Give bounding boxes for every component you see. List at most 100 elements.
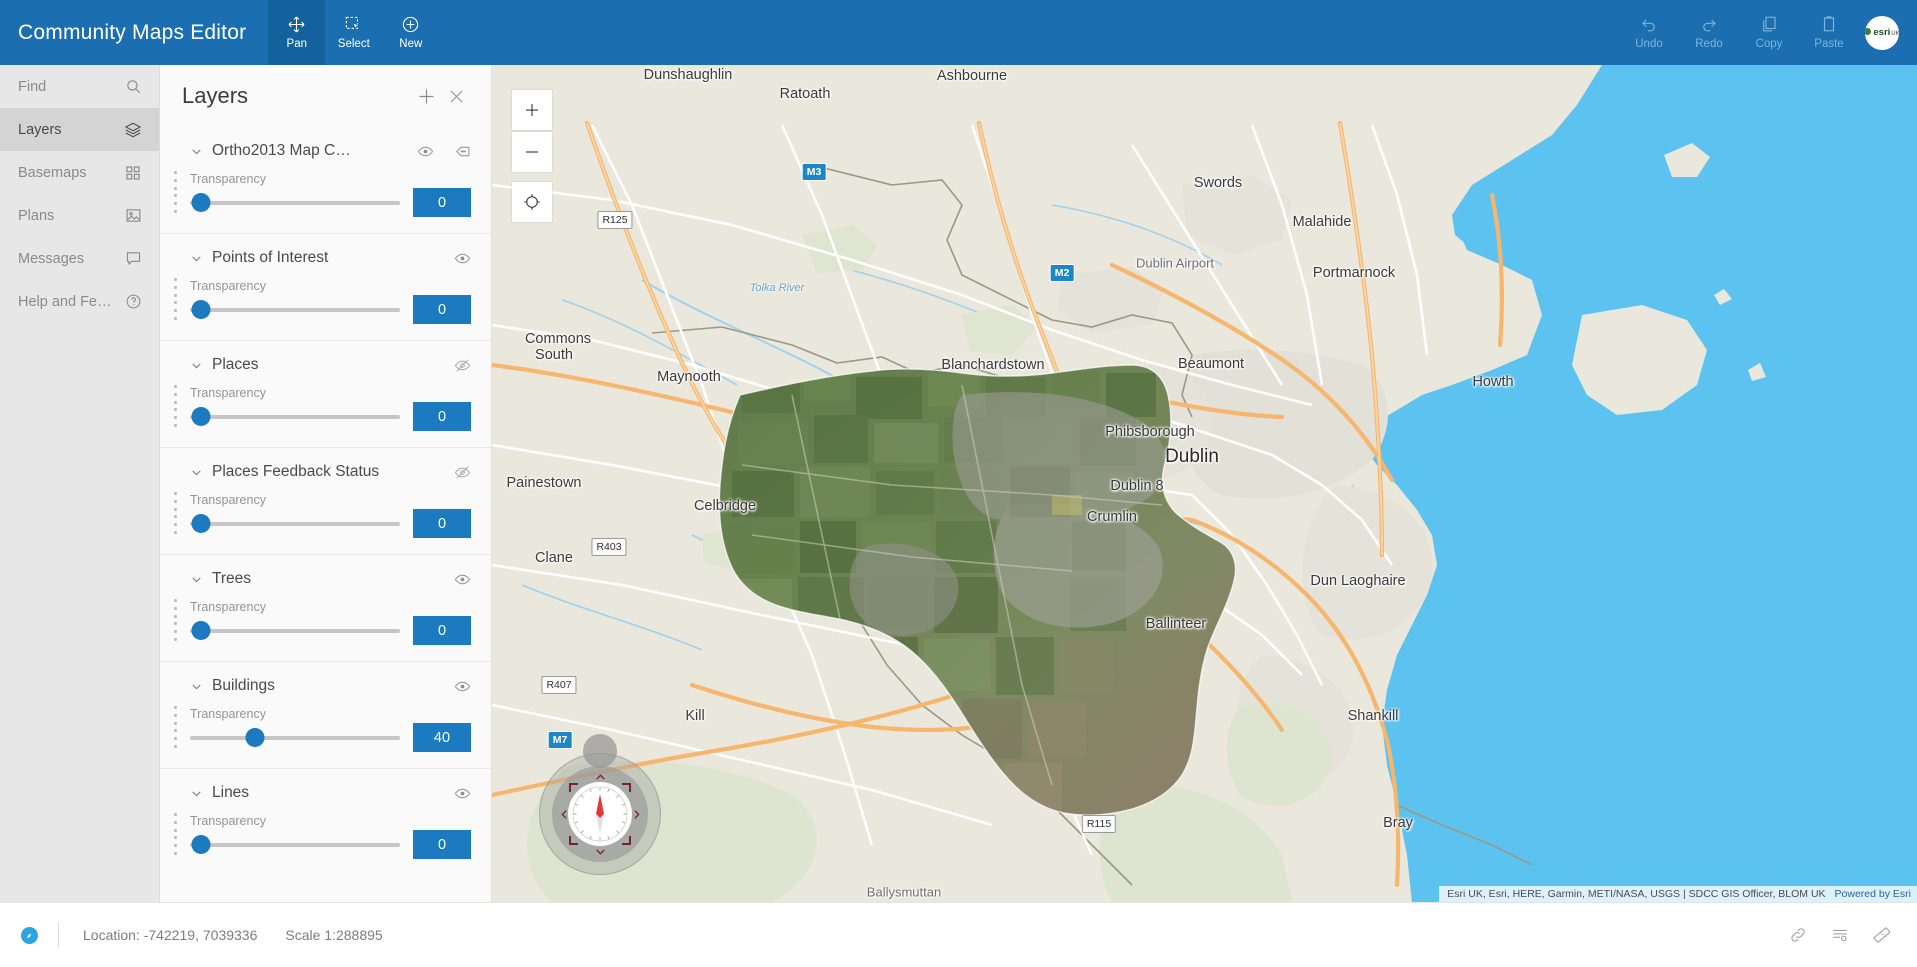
transparency-slider[interactable] bbox=[190, 192, 400, 214]
sidebar-item-find[interactable]: Find bbox=[0, 65, 159, 108]
redo-button[interactable]: Redo bbox=[1679, 0, 1739, 65]
layer-list: Ortho2013 Map C… Transparency 0 Points o… bbox=[160, 127, 491, 875]
page-title: Layers bbox=[182, 83, 249, 108]
chevron-down-icon[interactable] bbox=[190, 145, 203, 158]
slider-track bbox=[190, 200, 400, 205]
transparency-value[interactable]: 0 bbox=[413, 509, 471, 538]
slider-knob[interactable] bbox=[191, 621, 210, 640]
transparency-slider[interactable] bbox=[190, 406, 400, 428]
slider-knob[interactable] bbox=[191, 193, 210, 212]
transparency-slider[interactable] bbox=[190, 299, 400, 321]
avatar[interactable]: esri UK bbox=[1865, 15, 1899, 50]
chevron-down-icon[interactable] bbox=[190, 573, 203, 586]
slider-track bbox=[190, 307, 400, 312]
close-panel-button[interactable] bbox=[441, 81, 471, 111]
redo-icon bbox=[1700, 15, 1718, 34]
transparency-value[interactable]: 0 bbox=[413, 402, 471, 431]
transparency-label: Transparency bbox=[190, 600, 266, 614]
visibility-eye-icon[interactable] bbox=[417, 143, 434, 160]
transparency-value[interactable]: 0 bbox=[413, 188, 471, 217]
sidebar-item-basemaps[interactable]: Basemaps bbox=[0, 151, 159, 194]
visibility-eye-icon[interactable] bbox=[454, 250, 471, 267]
add-layer-button[interactable] bbox=[411, 81, 441, 111]
transparency-slider[interactable] bbox=[190, 727, 400, 749]
slider-knob[interactable] bbox=[191, 407, 210, 426]
transparency-value[interactable]: 40 bbox=[413, 723, 471, 752]
compass-needle-icon bbox=[572, 786, 628, 842]
slider-knob[interactable] bbox=[191, 835, 210, 854]
compass-dial[interactable] bbox=[568, 782, 632, 846]
undo-button[interactable]: Undo bbox=[1619, 0, 1679, 65]
drag-handle-icon[interactable] bbox=[174, 278, 178, 320]
drag-handle-icon[interactable] bbox=[174, 171, 178, 213]
transparency-value[interactable]: 0 bbox=[413, 830, 471, 859]
legend-toggle-icon[interactable] bbox=[454, 143, 471, 160]
visibility-eye-off-icon[interactable] bbox=[454, 357, 471, 374]
locate-button[interactable] bbox=[512, 182, 552, 222]
slider-knob[interactable] bbox=[191, 514, 210, 533]
sidebar-item-messages[interactable]: Messages bbox=[0, 237, 159, 280]
status-bar: Location: -742219, 7039336 Scale 1:28889… bbox=[0, 902, 1917, 967]
chevron-down-icon[interactable] bbox=[190, 252, 203, 265]
layer-name: Ortho2013 Map C… bbox=[212, 142, 351, 159]
redo-label: Redo bbox=[1695, 37, 1723, 50]
transparency-value[interactable]: 0 bbox=[413, 295, 471, 324]
transparency-slider[interactable] bbox=[190, 620, 400, 642]
drag-handle-icon[interactable] bbox=[174, 599, 178, 641]
sidebar-item-plans[interactable]: Plans bbox=[0, 194, 159, 237]
main-toolbar: Pan Select New bbox=[268, 0, 439, 65]
list-settings-icon[interactable] bbox=[1831, 926, 1849, 944]
slider-knob[interactable] bbox=[245, 728, 265, 747]
zoom-out-button[interactable] bbox=[512, 132, 552, 172]
sidebar-item-label: Help and Fe… bbox=[18, 293, 112, 310]
map-viewport[interactable]: Dunshaughlin Ratoath Ashbourne Swords Malahi… bbox=[492, 65, 1917, 902]
slider-track bbox=[190, 414, 400, 419]
avatar-sub: UK bbox=[1891, 31, 1899, 37]
sidebar-item-layers[interactable]: Layers bbox=[0, 108, 159, 151]
slider-knob[interactable] bbox=[191, 300, 210, 319]
avatar-wrapper[interactable]: esri UK bbox=[1859, 0, 1907, 65]
avatar-label: esri bbox=[1873, 27, 1891, 38]
sidebar-item-help[interactable]: Help and Fe… bbox=[0, 280, 159, 323]
layer-item-trees: Trees Transparency 0 bbox=[160, 555, 491, 662]
chevron-down-icon[interactable] bbox=[190, 359, 203, 372]
transparency-slider[interactable] bbox=[190, 513, 400, 535]
app-root: Community Maps Editor Pan Select New Und… bbox=[0, 0, 1917, 967]
new-tool-button[interactable]: New bbox=[382, 0, 439, 65]
compass-badge-icon bbox=[20, 926, 38, 944]
transparency-slider[interactable] bbox=[190, 834, 400, 856]
visibility-eye-icon[interactable] bbox=[454, 571, 471, 588]
powered-by-esri-link[interactable]: Powered by Esri bbox=[1835, 888, 1911, 900]
drag-handle-icon[interactable] bbox=[174, 813, 178, 855]
drag-handle-icon[interactable] bbox=[174, 385, 178, 427]
paste-button[interactable]: Paste bbox=[1799, 0, 1859, 65]
visibility-eye-icon[interactable] bbox=[454, 785, 471, 802]
select-tool-button[interactable]: Select bbox=[325, 0, 382, 65]
compass-navigation-widget[interactable] bbox=[539, 734, 661, 875]
sidebar-item-label: Basemaps bbox=[18, 164, 87, 181]
transparency-label: Transparency bbox=[190, 707, 266, 721]
copy-button[interactable]: Copy bbox=[1739, 0, 1799, 65]
compass-drag-handle[interactable] bbox=[583, 734, 617, 768]
measure-ruler-icon[interactable] bbox=[1873, 926, 1891, 944]
transparency-value[interactable]: 0 bbox=[413, 616, 471, 645]
visibility-eye-icon[interactable] bbox=[454, 678, 471, 695]
copy-icon bbox=[1760, 15, 1778, 34]
slider-track bbox=[190, 628, 400, 633]
layers-panel-header: Layers bbox=[160, 65, 491, 127]
message-icon bbox=[123, 250, 143, 267]
chevron-down-icon[interactable] bbox=[190, 787, 203, 800]
layer-item-ortho2013: Ortho2013 Map C… Transparency 0 bbox=[160, 127, 491, 234]
pan-tool-button[interactable]: Pan bbox=[268, 0, 326, 65]
zoom-in-button[interactable] bbox=[512, 90, 552, 130]
chevron-down-icon[interactable] bbox=[190, 466, 203, 479]
drag-handle-icon[interactable] bbox=[174, 706, 178, 748]
visibility-eye-off-icon[interactable] bbox=[454, 464, 471, 481]
link-icon[interactable] bbox=[1789, 926, 1807, 944]
layer-item-buildings: Buildings Transparency 40 bbox=[160, 662, 491, 769]
chevron-down-icon[interactable] bbox=[190, 680, 203, 693]
help-icon bbox=[123, 293, 143, 310]
sidebar-item-label: Layers bbox=[18, 121, 62, 138]
image-icon bbox=[123, 207, 143, 224]
drag-handle-icon[interactable] bbox=[174, 492, 178, 534]
